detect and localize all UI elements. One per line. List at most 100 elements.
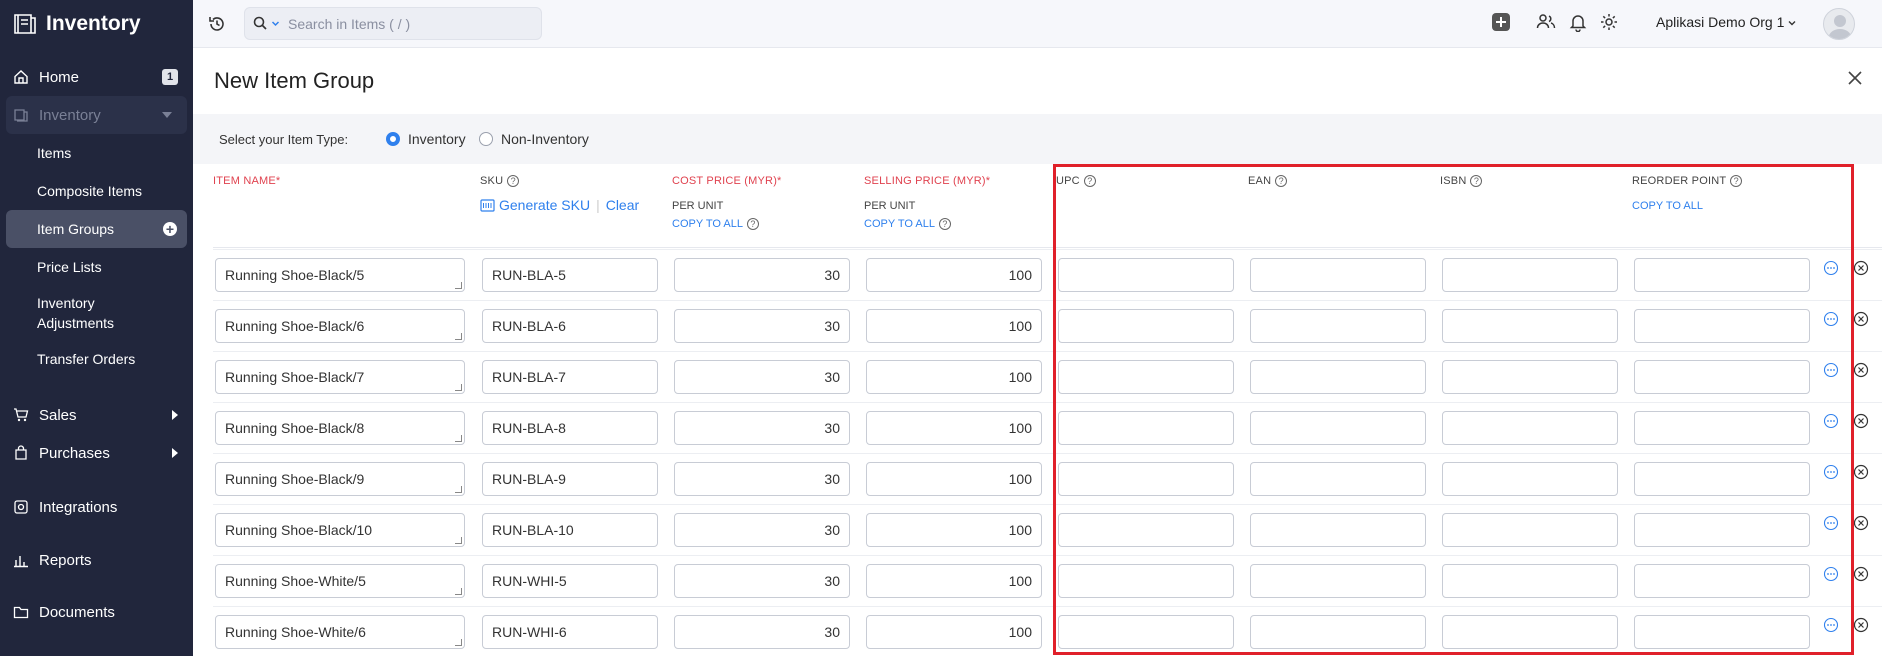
remove-row-icon[interactable] xyxy=(1853,464,1869,480)
avatar[interactable] xyxy=(1823,8,1855,40)
cost-price-input[interactable]: 30 xyxy=(674,309,850,343)
upc-input[interactable] xyxy=(1058,615,1234,649)
sku-input[interactable]: RUN-BLA-9 xyxy=(482,462,658,496)
isbn-input[interactable] xyxy=(1442,564,1618,598)
ean-input[interactable] xyxy=(1250,309,1426,343)
help-icon[interactable]: ? xyxy=(746,218,759,230)
more-options-icon[interactable] xyxy=(1823,362,1839,378)
reorder-point-input[interactable] xyxy=(1634,564,1810,598)
reorder-point-input[interactable] xyxy=(1634,411,1810,445)
more-options-icon[interactable] xyxy=(1823,566,1839,582)
more-options-icon[interactable] xyxy=(1823,464,1839,480)
quick-create-button[interactable] xyxy=(1491,12,1511,32)
radio-non-inventory[interactable]: Non-Inventory xyxy=(479,131,589,147)
reorder-point-input[interactable] xyxy=(1634,513,1810,547)
remove-row-icon[interactable] xyxy=(1853,311,1869,327)
reorder-point-input[interactable] xyxy=(1634,360,1810,394)
reorder-point-input[interactable] xyxy=(1634,258,1810,292)
selling-price-input[interactable]: 100 xyxy=(866,564,1042,598)
selling-price-input[interactable]: 100 xyxy=(866,309,1042,343)
upc-input[interactable] xyxy=(1058,564,1234,598)
remove-row-icon[interactable] xyxy=(1853,617,1869,633)
sku-input[interactable]: RUN-BLA-8 xyxy=(482,411,658,445)
isbn-input[interactable] xyxy=(1442,411,1618,445)
remove-row-icon[interactable] xyxy=(1853,260,1869,276)
selling-price-input[interactable]: 100 xyxy=(866,258,1042,292)
sku-input[interactable]: RUN-BLA-10 xyxy=(482,513,658,547)
remove-row-icon[interactable] xyxy=(1853,515,1869,531)
upc-input[interactable] xyxy=(1058,360,1234,394)
cost-price-input[interactable]: 30 xyxy=(674,513,850,547)
help-icon[interactable]: ? xyxy=(938,218,951,230)
sidebar-item-inventory-adjustments[interactable]: Inventory Adjustments xyxy=(0,286,193,340)
upc-input[interactable] xyxy=(1058,309,1234,343)
ean-input[interactable] xyxy=(1250,360,1426,394)
item-name-input[interactable]: Running Shoe-Black/9 xyxy=(215,462,465,496)
sidebar-item-integrations[interactable]: Integrations xyxy=(0,488,193,526)
ean-input[interactable] xyxy=(1250,615,1426,649)
isbn-input[interactable] xyxy=(1442,258,1618,292)
isbn-input[interactable] xyxy=(1442,309,1618,343)
search-filter-button[interactable] xyxy=(245,8,288,39)
item-name-input[interactable]: Running Shoe-Black/6 xyxy=(215,309,465,343)
item-name-input[interactable]: Running Shoe-Black/8 xyxy=(215,411,465,445)
radio-inventory[interactable]: Inventory xyxy=(386,131,466,147)
generate-sku-link[interactable]: Generate SKU xyxy=(499,197,590,213)
isbn-input[interactable] xyxy=(1442,615,1618,649)
upc-input[interactable] xyxy=(1058,462,1234,496)
help-icon[interactable]: ? xyxy=(507,175,520,187)
users-button[interactable] xyxy=(1536,12,1556,32)
notifications-button[interactable] xyxy=(1568,12,1588,32)
settings-button[interactable] xyxy=(1599,12,1619,32)
more-options-icon[interactable] xyxy=(1823,515,1839,531)
sidebar-item-inventory[interactable]: Inventory xyxy=(6,96,187,134)
remove-row-icon[interactable] xyxy=(1853,413,1869,429)
sidebar-item-purchases[interactable]: Purchases xyxy=(0,434,193,472)
help-icon[interactable]: ? xyxy=(1083,175,1096,187)
clear-sku-link[interactable]: Clear xyxy=(606,197,639,213)
selling-price-input[interactable]: 100 xyxy=(866,462,1042,496)
sidebar-item-item-groups[interactable]: Item Groups + xyxy=(6,210,187,248)
sidebar-item-price-lists[interactable]: Price Lists xyxy=(0,248,193,286)
selling-price-input[interactable]: 100 xyxy=(866,360,1042,394)
more-options-icon[interactable] xyxy=(1823,617,1839,633)
copy-to-all-cost[interactable]: COPY TO ALL? xyxy=(672,218,759,230)
copy-to-all-reorder[interactable]: COPY TO ALL xyxy=(1632,200,1703,212)
upc-input[interactable] xyxy=(1058,513,1234,547)
sku-input[interactable]: RUN-BLA-5 xyxy=(482,258,658,292)
item-name-input[interactable]: Running Shoe-Black/5 xyxy=(215,258,465,292)
sku-input[interactable]: RUN-WHI-5 xyxy=(482,564,658,598)
sidebar-item-documents[interactable]: Documents xyxy=(0,593,193,631)
isbn-input[interactable] xyxy=(1442,462,1618,496)
item-name-input[interactable]: Running Shoe-Black/10 xyxy=(215,513,465,547)
history-icon[interactable] xyxy=(207,14,227,34)
help-icon[interactable]: ? xyxy=(1470,175,1483,187)
cost-price-input[interactable]: 30 xyxy=(674,360,850,394)
selling-price-input[interactable]: 100 xyxy=(866,513,1042,547)
sidebar-item-items[interactable]: Items xyxy=(0,134,193,172)
reorder-point-input[interactable] xyxy=(1634,615,1810,649)
app-brand[interactable]: Inventory xyxy=(0,0,193,48)
sidebar-item-reports[interactable]: Reports xyxy=(0,541,193,579)
reorder-point-input[interactable] xyxy=(1634,462,1810,496)
ean-input[interactable] xyxy=(1250,564,1426,598)
cost-price-input[interactable]: 30 xyxy=(674,462,850,496)
add-item-group-icon[interactable]: + xyxy=(163,222,177,236)
isbn-input[interactable] xyxy=(1442,513,1618,547)
isbn-input[interactable] xyxy=(1442,360,1618,394)
selling-price-input[interactable]: 100 xyxy=(866,615,1042,649)
sidebar-item-home[interactable]: Home 1 xyxy=(0,58,193,96)
org-switcher[interactable]: Aplikasi Demo Org 1 xyxy=(1656,14,1796,30)
cost-price-input[interactable]: 30 xyxy=(674,615,850,649)
ean-input[interactable] xyxy=(1250,258,1426,292)
search-input[interactable] xyxy=(288,15,518,32)
selling-price-input[interactable]: 100 xyxy=(866,411,1042,445)
remove-row-icon[interactable] xyxy=(1853,362,1869,378)
item-name-input[interactable]: Running Shoe-White/5 xyxy=(215,564,465,598)
sidebar-item-sales[interactable]: Sales xyxy=(0,396,193,434)
ean-input[interactable] xyxy=(1250,411,1426,445)
more-options-icon[interactable] xyxy=(1823,413,1839,429)
sku-input[interactable]: RUN-BLA-6 xyxy=(482,309,658,343)
help-icon[interactable]: ? xyxy=(1730,175,1743,187)
remove-row-icon[interactable] xyxy=(1853,566,1869,582)
